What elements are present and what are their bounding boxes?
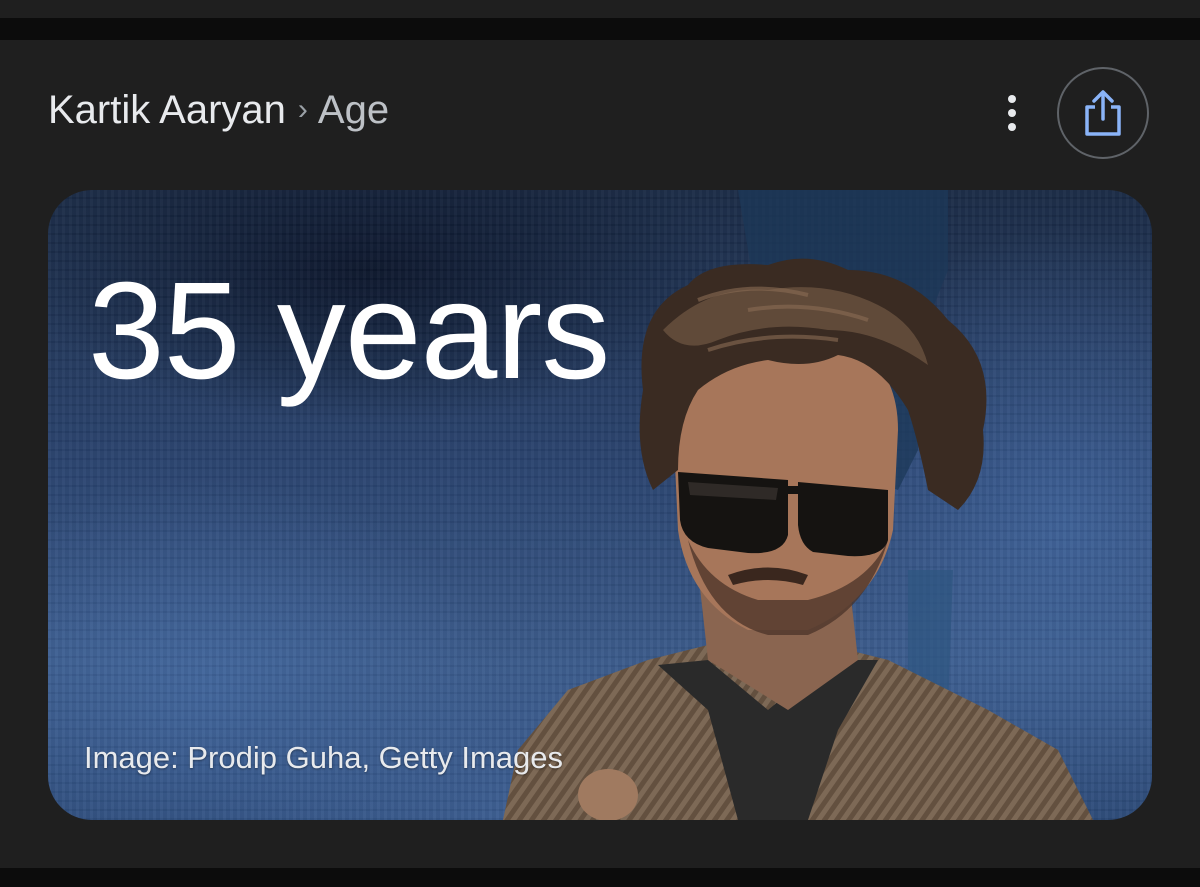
bottom-divider (0, 868, 1200, 887)
breadcrumb-separator: › (297, 93, 308, 126)
status-bar-area (0, 0, 1200, 18)
image-credit: Image: Prodip Guha, Getty Images (84, 740, 564, 775)
more-vert-icon-dot (1008, 109, 1016, 117)
breadcrumb-entity[interactable]: Kartik Aaryan (48, 88, 286, 133)
more-vert-icon (1008, 95, 1016, 103)
breadcrumb: Kartik Aaryan › Age (48, 84, 389, 136)
share-button[interactable] (1057, 67, 1149, 159)
share-icon (1085, 90, 1121, 136)
answer-card[interactable]: 35 years Image: Prodip Guha, Getty Image… (48, 190, 1152, 820)
age-value: 35 years (88, 254, 610, 408)
top-divider (0, 18, 1200, 40)
more-options-button[interactable] (992, 88, 1032, 138)
more-vert-icon-dot (1008, 123, 1016, 131)
breadcrumb-attribute: Age (317, 87, 390, 132)
